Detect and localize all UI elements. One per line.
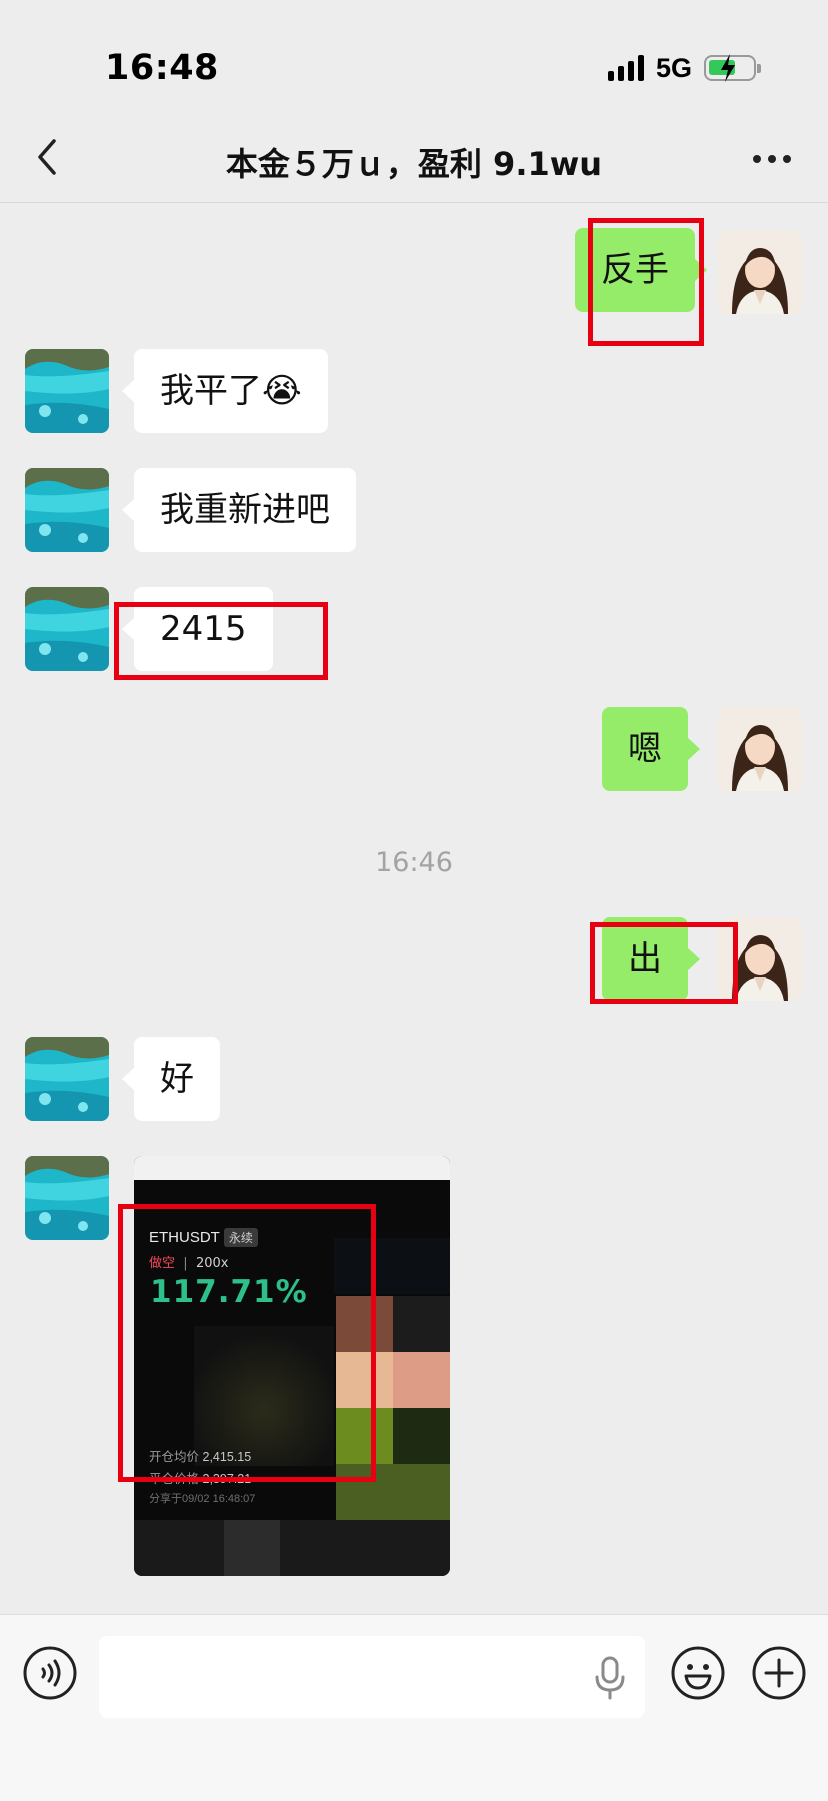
message-bubble-incoming[interactable]: 好 [122, 1037, 220, 1121]
message-bubble-incoming[interactable]: 2415 [122, 587, 273, 671]
voice-mode-icon[interactable] [22, 1645, 78, 1701]
contract-tag: 永续 [223, 1228, 258, 1247]
trade-screenshot-image[interactable]: ETHUSDT 永续 做空 | 200x 117.71% 开仓均价 2,415.1… [134, 1156, 450, 1576]
plus-icon[interactable] [751, 1645, 807, 1701]
status-bar: 16:48 5G [0, 0, 828, 130]
leverage: 200x [195, 1256, 229, 1271]
chat-timestamp: 16:46 [375, 847, 453, 878]
trade-side: 做空 | 200x [149, 1252, 228, 1271]
message-input[interactable] [99, 1636, 645, 1718]
my-avatar[interactable] [718, 707, 802, 791]
pnl-percent: 117.71% [150, 1274, 308, 1310]
message-bubble-outgoing[interactable]: 出 [602, 917, 700, 1001]
status-time: 16:48 [105, 48, 219, 88]
pair-name: ETHUSDT [149, 1229, 220, 1246]
network-type: 5G [655, 52, 692, 83]
signal-icon [607, 55, 644, 81]
side-label: 做空 [149, 1256, 176, 1271]
input-bar [0, 1614, 828, 1801]
message-bubble-outgoing[interactable]: 嗯 [602, 707, 700, 791]
microphone-icon[interactable] [592, 1655, 628, 1701]
battery-icon [704, 54, 761, 82]
share-time-row: 分享于09/02 16:48:07 [149, 1490, 255, 1506]
share-time: 09/02 16:48:07 [182, 1493, 256, 1505]
open-price-value: 2,415.15 [202, 1450, 252, 1464]
more-icon[interactable] [750, 139, 794, 179]
close-price-value: 2,397.21 [202, 1472, 252, 1486]
trade-pair: ETHUSDT 永续 [149, 1228, 258, 1247]
message-bubble-incoming[interactable]: 我平了😭 [122, 349, 328, 433]
contact-avatar[interactable] [25, 349, 109, 433]
chat-area[interactable]: 反手 我平了😭 我重新进吧 2415 嗯 16:46 出 好 ETHUSDT 永… [0, 204, 828, 1614]
contact-avatar[interactable] [25, 587, 109, 671]
contact-avatar[interactable] [25, 468, 109, 552]
contact-avatar[interactable] [25, 1037, 109, 1121]
separator: | [179, 1256, 192, 1271]
contact-avatar[interactable] [25, 1156, 109, 1240]
message-bubble-incoming[interactable]: 我重新进吧 [122, 468, 356, 552]
close-price-row: 平仓价格 2,397.21 [149, 1468, 251, 1487]
message-bubble-outgoing[interactable]: 反手 [575, 228, 707, 312]
chat-header: 本金５万ｕ，盈利 9.1wu [0, 115, 828, 203]
my-avatar[interactable] [718, 917, 802, 1001]
chat-title: 本金５万ｕ，盈利 9.1wu [225, 145, 603, 183]
emoji-icon[interactable] [670, 1645, 726, 1701]
open-price-label: 开仓均价 [149, 1450, 200, 1464]
close-price-label: 平仓价格 [149, 1472, 200, 1486]
status-indicators: 5G [607, 50, 761, 86]
my-avatar[interactable] [718, 230, 802, 314]
open-price-row: 开仓均价 2,415.15 [149, 1446, 251, 1465]
share-label: 分享于 [149, 1493, 182, 1505]
